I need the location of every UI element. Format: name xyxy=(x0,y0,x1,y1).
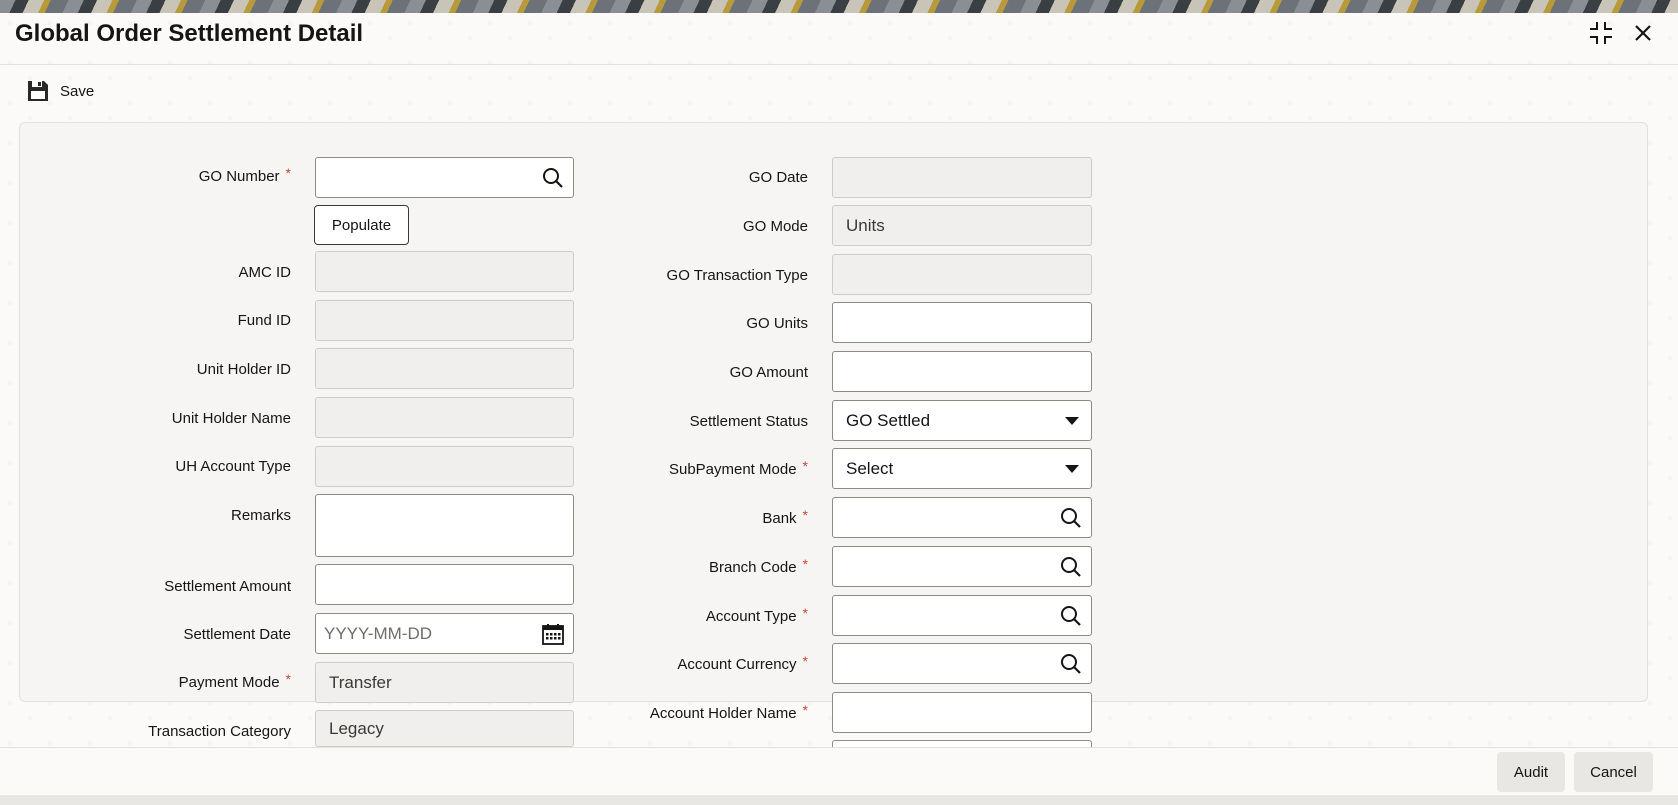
subpayment-mode-value: Select xyxy=(846,458,894,478)
branch-code-label: Branch Code * xyxy=(708,556,808,576)
go-mode-field: Units xyxy=(832,205,1092,246)
go-units-label: GO Units xyxy=(746,315,808,332)
payment-mode-label: Payment Mode * xyxy=(178,671,291,691)
maximize-button[interactable] xyxy=(1588,20,1614,46)
go-mode-label: GO Mode xyxy=(742,218,808,235)
go-amount-label: GO Amount xyxy=(729,364,808,381)
search-icon[interactable] xyxy=(541,166,565,190)
account-type-label: Account Type * xyxy=(705,605,808,625)
settlement-amount-input[interactable] xyxy=(315,564,574,605)
search-icon[interactable] xyxy=(1059,506,1083,530)
settlement-status-select[interactable]: GO Settled xyxy=(832,400,1092,441)
remarks-textarea[interactable] xyxy=(315,494,574,557)
header-divider xyxy=(0,64,1678,65)
settlement-date-label: Settlement Date xyxy=(183,626,291,643)
calendar-icon[interactable] xyxy=(541,622,565,646)
fund-id-field xyxy=(315,300,574,341)
required-marker: * xyxy=(802,458,808,474)
go-units-input[interactable] xyxy=(832,302,1092,343)
search-icon[interactable] xyxy=(1059,652,1083,676)
chevron-down-icon xyxy=(1065,417,1079,425)
audit-button[interactable]: Audit xyxy=(1497,752,1565,792)
go-amount-input[interactable] xyxy=(832,351,1092,392)
required-marker: * xyxy=(802,702,808,718)
bank-input[interactable] xyxy=(832,497,1092,538)
close-button[interactable] xyxy=(1630,20,1656,46)
settlement-amount-label: Settlement Amount xyxy=(164,578,291,595)
required-marker: * xyxy=(802,605,808,621)
settlement-status-value: GO Settled xyxy=(846,410,931,430)
populate-button[interactable]: Populate xyxy=(314,205,409,245)
unit-holder-id-label: Unit Holder ID xyxy=(196,361,291,378)
account-currency-label: Account Currency * xyxy=(677,653,808,673)
go-transaction-type-field xyxy=(832,254,1092,295)
close-icon xyxy=(1635,25,1651,41)
subpayment-mode-select[interactable]: Select xyxy=(832,448,1092,489)
branch-code-input[interactable] xyxy=(832,546,1092,587)
amc-id-field xyxy=(315,251,574,292)
transaction-category-field: Legacy xyxy=(315,710,574,747)
save-label: Save xyxy=(60,82,95,100)
remarks-label: Remarks xyxy=(230,507,291,524)
unit-holder-name-field xyxy=(315,397,574,438)
required-marker: * xyxy=(802,653,808,669)
go-date-field xyxy=(832,157,1092,198)
settlement-date-input[interactable]: YYYY-MM-DD xyxy=(315,613,574,654)
bank-label: Bank * xyxy=(762,507,808,527)
next-field-partial[interactable] xyxy=(832,740,1092,747)
fund-id-label: Fund ID xyxy=(237,312,291,329)
uh-account-type-label: UH Account Type xyxy=(175,458,291,475)
required-marker: * xyxy=(802,556,808,572)
cancel-button[interactable]: Cancel xyxy=(1574,752,1653,792)
account-type-input[interactable] xyxy=(832,595,1092,636)
subpayment-mode-label: SubPayment Mode * xyxy=(668,458,808,478)
top-decorative-band xyxy=(0,0,1678,13)
settlement-date-placeholder: YYYY-MM-DD xyxy=(324,623,432,643)
go-number-input[interactable] xyxy=(315,157,574,198)
settlement-status-label: Settlement Status xyxy=(689,413,808,430)
footer-bottom-strip xyxy=(0,795,1678,805)
floppy-disk-icon xyxy=(28,81,48,101)
account-holder-name-label: Account Holder Name * xyxy=(649,702,808,722)
go-date-label: GO Date xyxy=(748,169,808,186)
chevron-down-icon xyxy=(1065,465,1079,473)
search-icon[interactable] xyxy=(1059,555,1083,579)
transaction-category-label: Transaction Category xyxy=(148,723,291,740)
uh-account-type-field xyxy=(315,446,574,487)
search-icon[interactable] xyxy=(1059,604,1083,628)
go-transaction-type-label: GO Transaction Type xyxy=(666,267,808,284)
page-title: Global Order Settlement Detail xyxy=(15,20,364,47)
save-button[interactable]: Save xyxy=(26,79,94,103)
account-holder-name-input[interactable] xyxy=(832,692,1092,733)
unit-holder-id-field xyxy=(315,348,574,389)
unit-holder-name-label: Unit Holder Name xyxy=(171,410,291,427)
collapse-arrows-icon xyxy=(1590,22,1612,44)
amc-id-label: AMC ID xyxy=(238,264,292,281)
required-marker: * xyxy=(802,507,808,523)
required-marker: * xyxy=(285,165,291,181)
go-number-label: GO Number * xyxy=(198,165,291,185)
payment-mode-field: Transfer xyxy=(315,662,574,703)
account-currency-input[interactable] xyxy=(832,643,1092,684)
required-marker: * xyxy=(285,671,291,687)
